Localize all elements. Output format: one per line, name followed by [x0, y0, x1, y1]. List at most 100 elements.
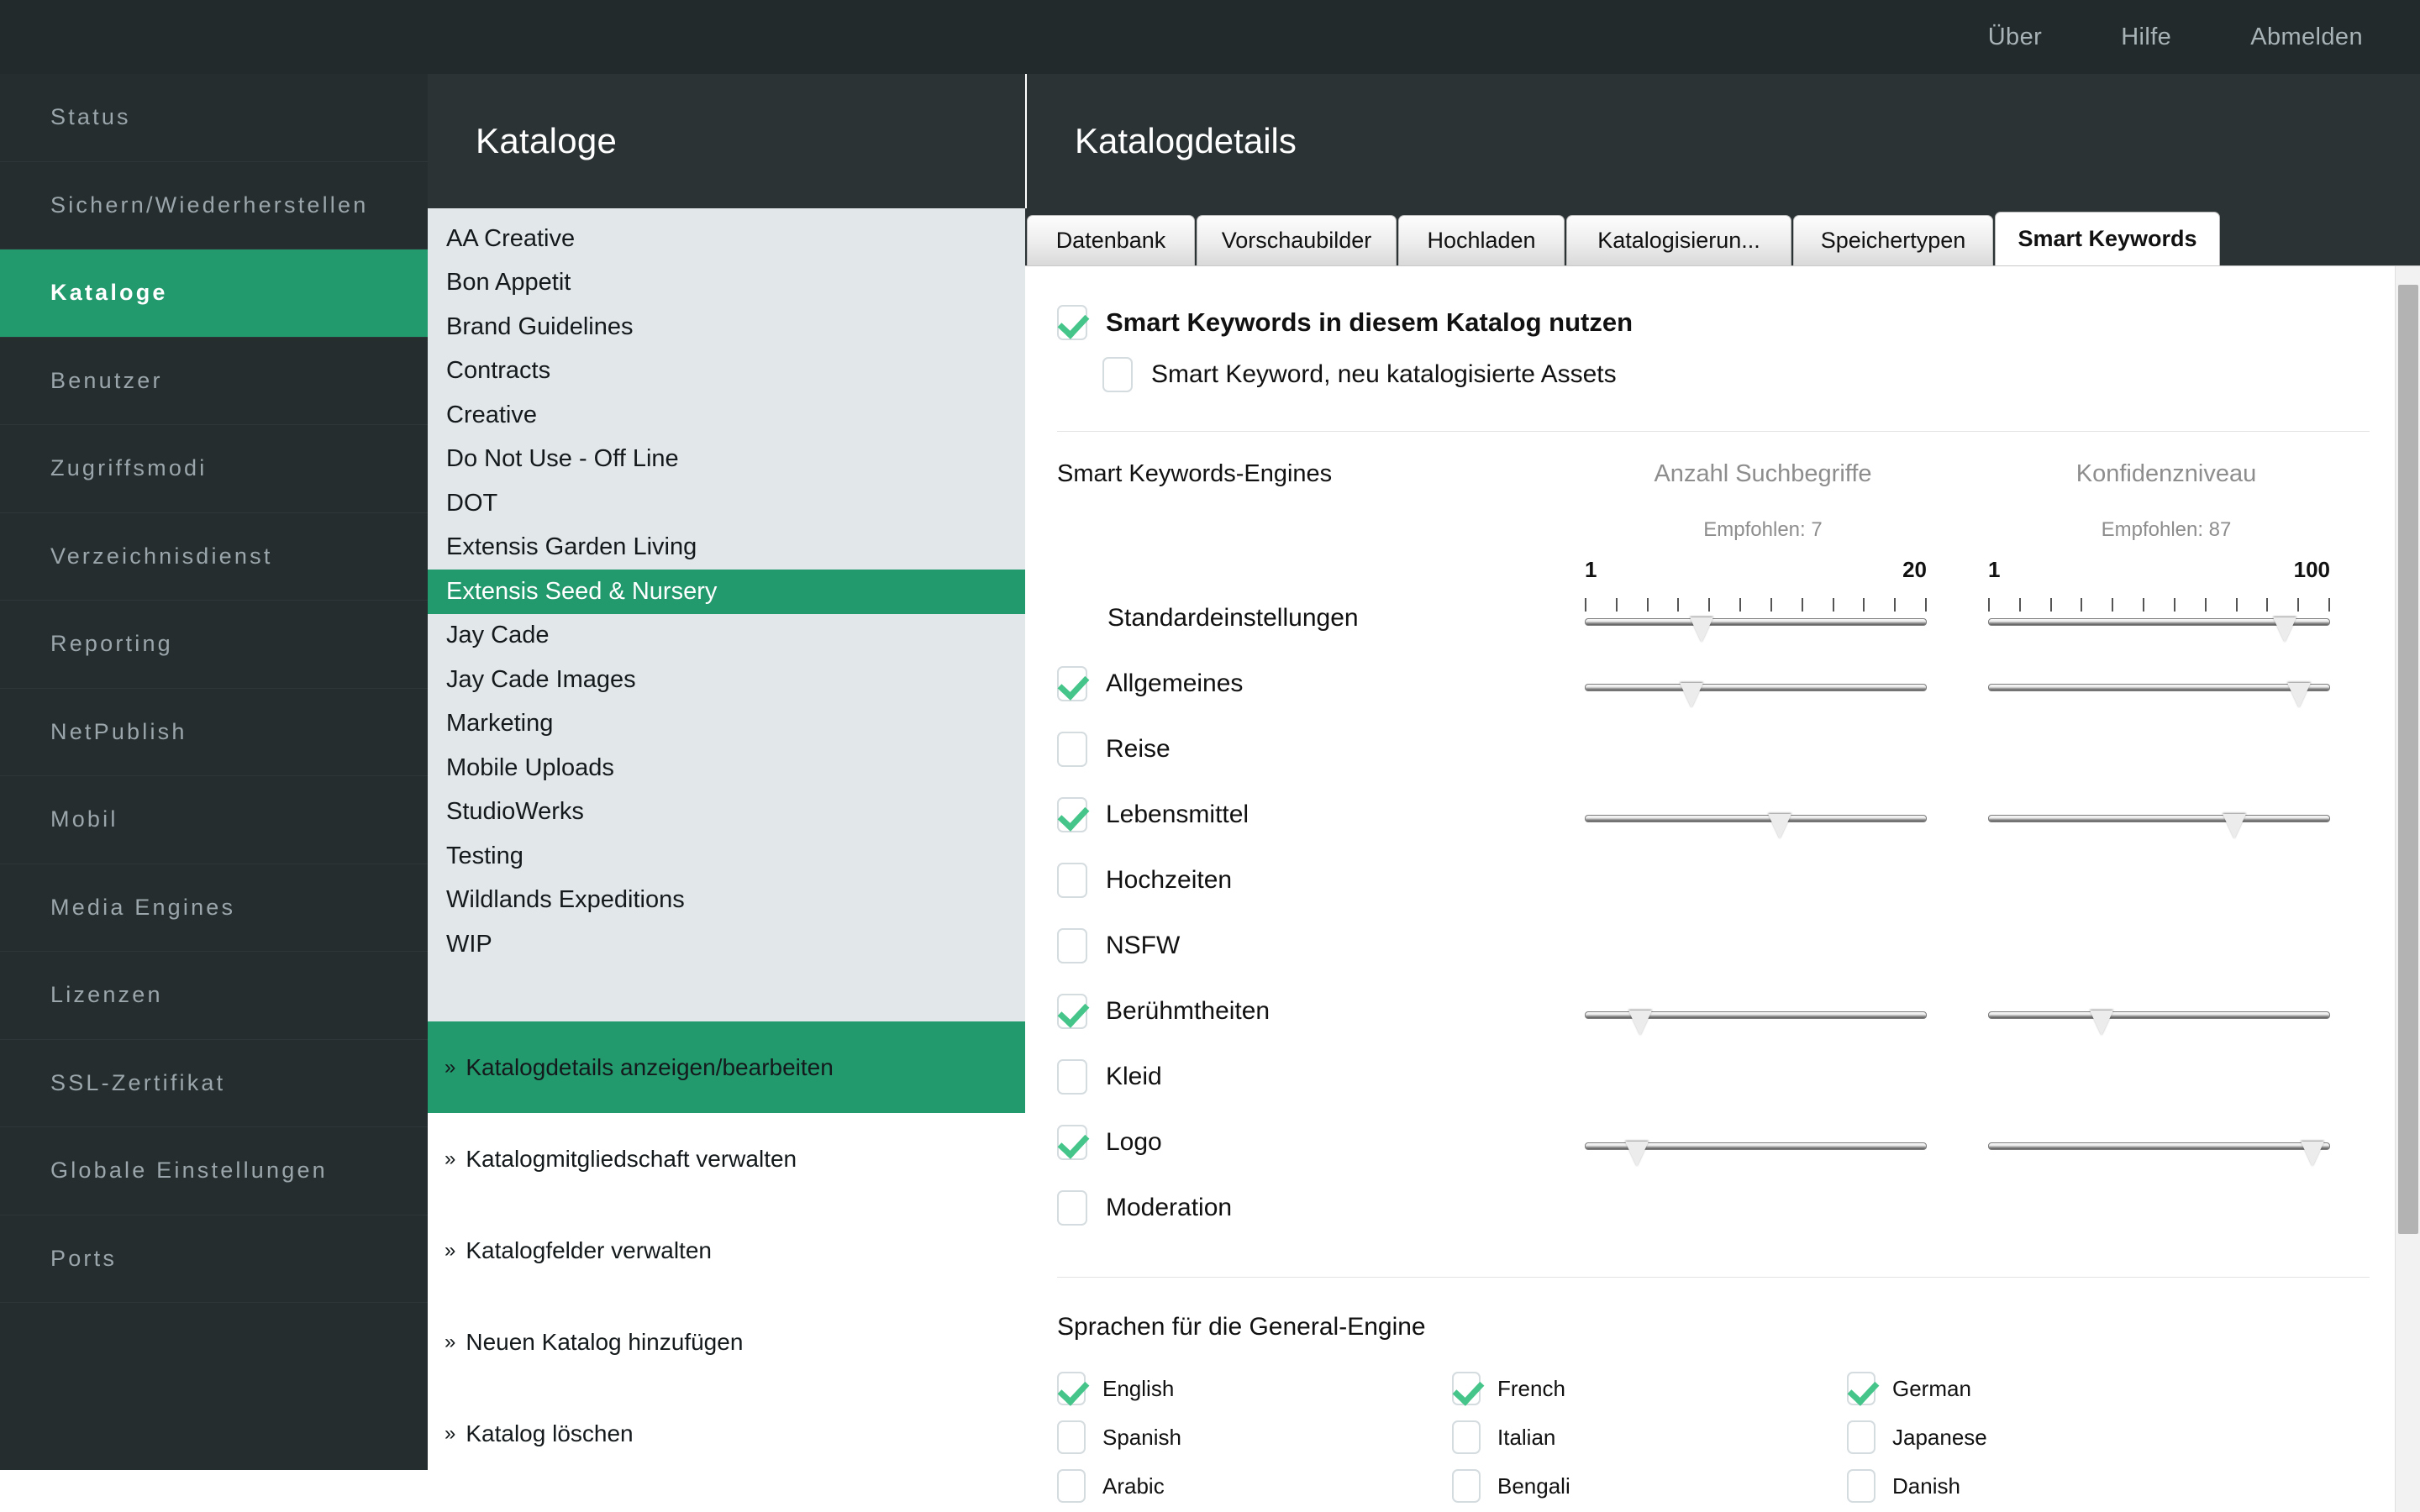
engine-name-cell[interactable]: Kleid: [1057, 1059, 1561, 1095]
slider-thumb[interactable]: [2286, 683, 2311, 708]
slider-track[interactable]: [1988, 683, 2330, 708]
language-checkbox[interactable]: [1847, 1420, 1876, 1454]
slider-thumb[interactable]: [1689, 617, 1713, 643]
sidebar-item-status[interactable]: Status: [0, 74, 428, 162]
language-checkbox-row[interactable]: Bengali: [1452, 1469, 1847, 1503]
catalog-list-item[interactable]: Jay Cade: [428, 614, 1025, 659]
language-checkbox-row[interactable]: Spanish: [1057, 1420, 1452, 1454]
catalog-list-item[interactable]: Testing: [428, 834, 1025, 879]
sidebar-item-lizenzen[interactable]: Lizenzen: [0, 952, 428, 1040]
slider-track[interactable]: [1988, 1142, 2330, 1167]
topbar-link-über[interactable]: Über: [1988, 24, 2042, 51]
language-checkbox[interactable]: [1057, 1372, 1086, 1405]
catalog-list-item[interactable]: Bon Appetit: [428, 261, 1025, 306]
tab-vorschaubilder[interactable]: Vorschaubilder: [1197, 215, 1397, 265]
catalog-list-item[interactable]: DOT: [428, 481, 1025, 526]
content-scrollbar[interactable]: [2395, 266, 2420, 1512]
engine-name-cell[interactable]: Berühmtheiten: [1057, 994, 1561, 1029]
slider-thumb[interactable]: [1624, 1142, 1649, 1167]
catalog-list-item[interactable]: Mobile Uploads: [428, 746, 1025, 790]
language-checkbox-row[interactable]: French: [1452, 1372, 1847, 1405]
catalog-action-link[interactable]: » Katalogfelder verwalten: [428, 1205, 1025, 1296]
engine-checkbox[interactable]: [1057, 1125, 1087, 1160]
slider-thumb[interactable]: [2273, 617, 2297, 643]
tab-speichertypen[interactable]: Speichertypen: [1793, 215, 1993, 265]
slider-thumb[interactable]: [1767, 814, 1791, 839]
tab-katalogisierun[interactable]: Katalogisierun...: [1566, 215, 1791, 265]
sidebar-item-ports[interactable]: Ports: [0, 1215, 428, 1303]
catalog-action-link[interactable]: » Katalogdetails anzeigen/bearbeiten: [428, 1021, 1025, 1113]
catalog-list-item[interactable]: AA Creative: [428, 217, 1025, 261]
slider-thumb[interactable]: [2089, 1011, 2113, 1036]
content-scrollbar-thumb[interactable]: [2398, 285, 2418, 1234]
sidebar-item-ssl-zertifikat[interactable]: SSL-Zertifikat: [0, 1040, 428, 1127]
slider-thumb[interactable]: [1628, 1011, 1652, 1036]
engine-checkbox[interactable]: [1057, 666, 1087, 701]
catalog-action-link[interactable]: » Katalogmitgliedschaft verwalten: [428, 1113, 1025, 1205]
engine-checkbox[interactable]: [1057, 732, 1087, 767]
catalog-action-link[interactable]: » Katalog löschen: [428, 1388, 1025, 1479]
catalog-list-item[interactable]: Wildlands Expeditions: [428, 879, 1025, 923]
terms-slider[interactable]: [1585, 814, 1927, 839]
engine-name-cell[interactable]: Logo: [1057, 1125, 1561, 1160]
engine-name-cell[interactable]: Allgemeines: [1057, 666, 1561, 701]
slider-track[interactable]: [1585, 1011, 1927, 1036]
language-checkbox[interactable]: [1847, 1469, 1876, 1503]
catalog-list-item[interactable]: Jay Cade Images: [428, 658, 1025, 702]
language-checkbox[interactable]: [1452, 1420, 1481, 1454]
confidence-slider[interactable]: [1988, 1011, 2330, 1036]
language-checkbox-row[interactable]: Japanese: [1847, 1420, 2242, 1454]
catalog-list-item[interactable]: Do Not Use - Off Line: [428, 438, 1025, 482]
recatalog-assets-row[interactable]: Smart Keyword, neu katalogisierte Assets: [1102, 357, 2370, 392]
terms-slider[interactable]: [1585, 683, 1927, 708]
recatalog-assets-checkbox[interactable]: [1102, 357, 1133, 392]
sidebar-item-netpublish[interactable]: NetPublish: [0, 689, 428, 776]
language-checkbox[interactable]: [1057, 1469, 1086, 1503]
language-checkbox-row[interactable]: Danish: [1847, 1469, 2242, 1503]
slider-track[interactable]: [1585, 814, 1927, 839]
catalog-list[interactable]: AA Creative Bon Appetit Brand Guidelines Co…: [428, 208, 1025, 1021]
engine-checkbox[interactable]: [1057, 797, 1087, 832]
language-checkbox[interactable]: [1057, 1420, 1086, 1454]
catalog-list-item[interactable]: Marketing: [428, 702, 1025, 747]
engine-name-cell[interactable]: Hochzeiten: [1057, 863, 1561, 898]
engine-checkbox[interactable]: [1057, 994, 1087, 1029]
language-checkbox-row[interactable]: German: [1847, 1372, 2242, 1405]
confidence-slider[interactable]: [1988, 1142, 2330, 1167]
enable-smart-keywords-row[interactable]: Smart Keywords in diesem Katalog nutzen: [1057, 305, 2370, 340]
engine-checkbox[interactable]: [1057, 1059, 1087, 1095]
slider-track[interactable]: [1585, 617, 1927, 643]
sidebar-item-globale-einstellungen[interactable]: Globale Einstellungen: [0, 1127, 428, 1215]
engine-name-cell[interactable]: Reise: [1057, 732, 1561, 767]
sidebar-item-reporting[interactable]: Reporting: [0, 601, 428, 689]
topbar-link-hilfe[interactable]: Hilfe: [2121, 24, 2171, 51]
catalog-action-link[interactable]: » Neuen Katalog hinzufügen: [428, 1296, 1025, 1388]
slider-track[interactable]: [1585, 683, 1927, 708]
language-checkbox[interactable]: [1847, 1372, 1876, 1405]
confidence-slider[interactable]: [1988, 598, 2330, 643]
language-checkbox-row[interactable]: English: [1057, 1372, 1452, 1405]
engine-checkbox[interactable]: [1057, 863, 1087, 898]
tab-hochladen[interactable]: Hochladen: [1398, 215, 1565, 265]
engine-name-cell[interactable]: Lebensmittel: [1057, 797, 1561, 832]
enable-smart-keywords-checkbox[interactable]: [1057, 305, 1087, 340]
sidebar-item-mobil[interactable]: Mobil: [0, 776, 428, 864]
slider-track[interactable]: [1988, 814, 2330, 839]
sidebar-item-zugriffsmodi[interactable]: Zugriffsmodi: [0, 425, 428, 513]
slider-track[interactable]: [1988, 617, 2330, 643]
slider-thumb[interactable]: [2222, 814, 2246, 839]
sidebar-item-media-engines[interactable]: Media Engines: [0, 864, 428, 952]
engine-name-cell[interactable]: Moderation: [1057, 1190, 1561, 1226]
catalog-list-item[interactable]: Extensis Seed & Nursery: [428, 570, 1025, 614]
terms-slider[interactable]: [1585, 1142, 1927, 1167]
catalog-list-item[interactable]: Contracts: [428, 349, 1025, 394]
confidence-slider[interactable]: [1988, 814, 2330, 839]
catalog-list-item[interactable]: WIP: [428, 922, 1025, 967]
slider-track[interactable]: [1585, 1142, 1927, 1167]
slider-thumb[interactable]: [1679, 683, 1703, 708]
slider-track[interactable]: [1988, 1011, 2330, 1036]
tab-datenbank[interactable]: Datenbank: [1027, 215, 1195, 265]
language-checkbox[interactable]: [1452, 1372, 1481, 1405]
tab-smart-keywords[interactable]: Smart Keywords: [1995, 212, 2220, 265]
sidebar-item-benutzer[interactable]: Benutzer: [0, 338, 428, 425]
